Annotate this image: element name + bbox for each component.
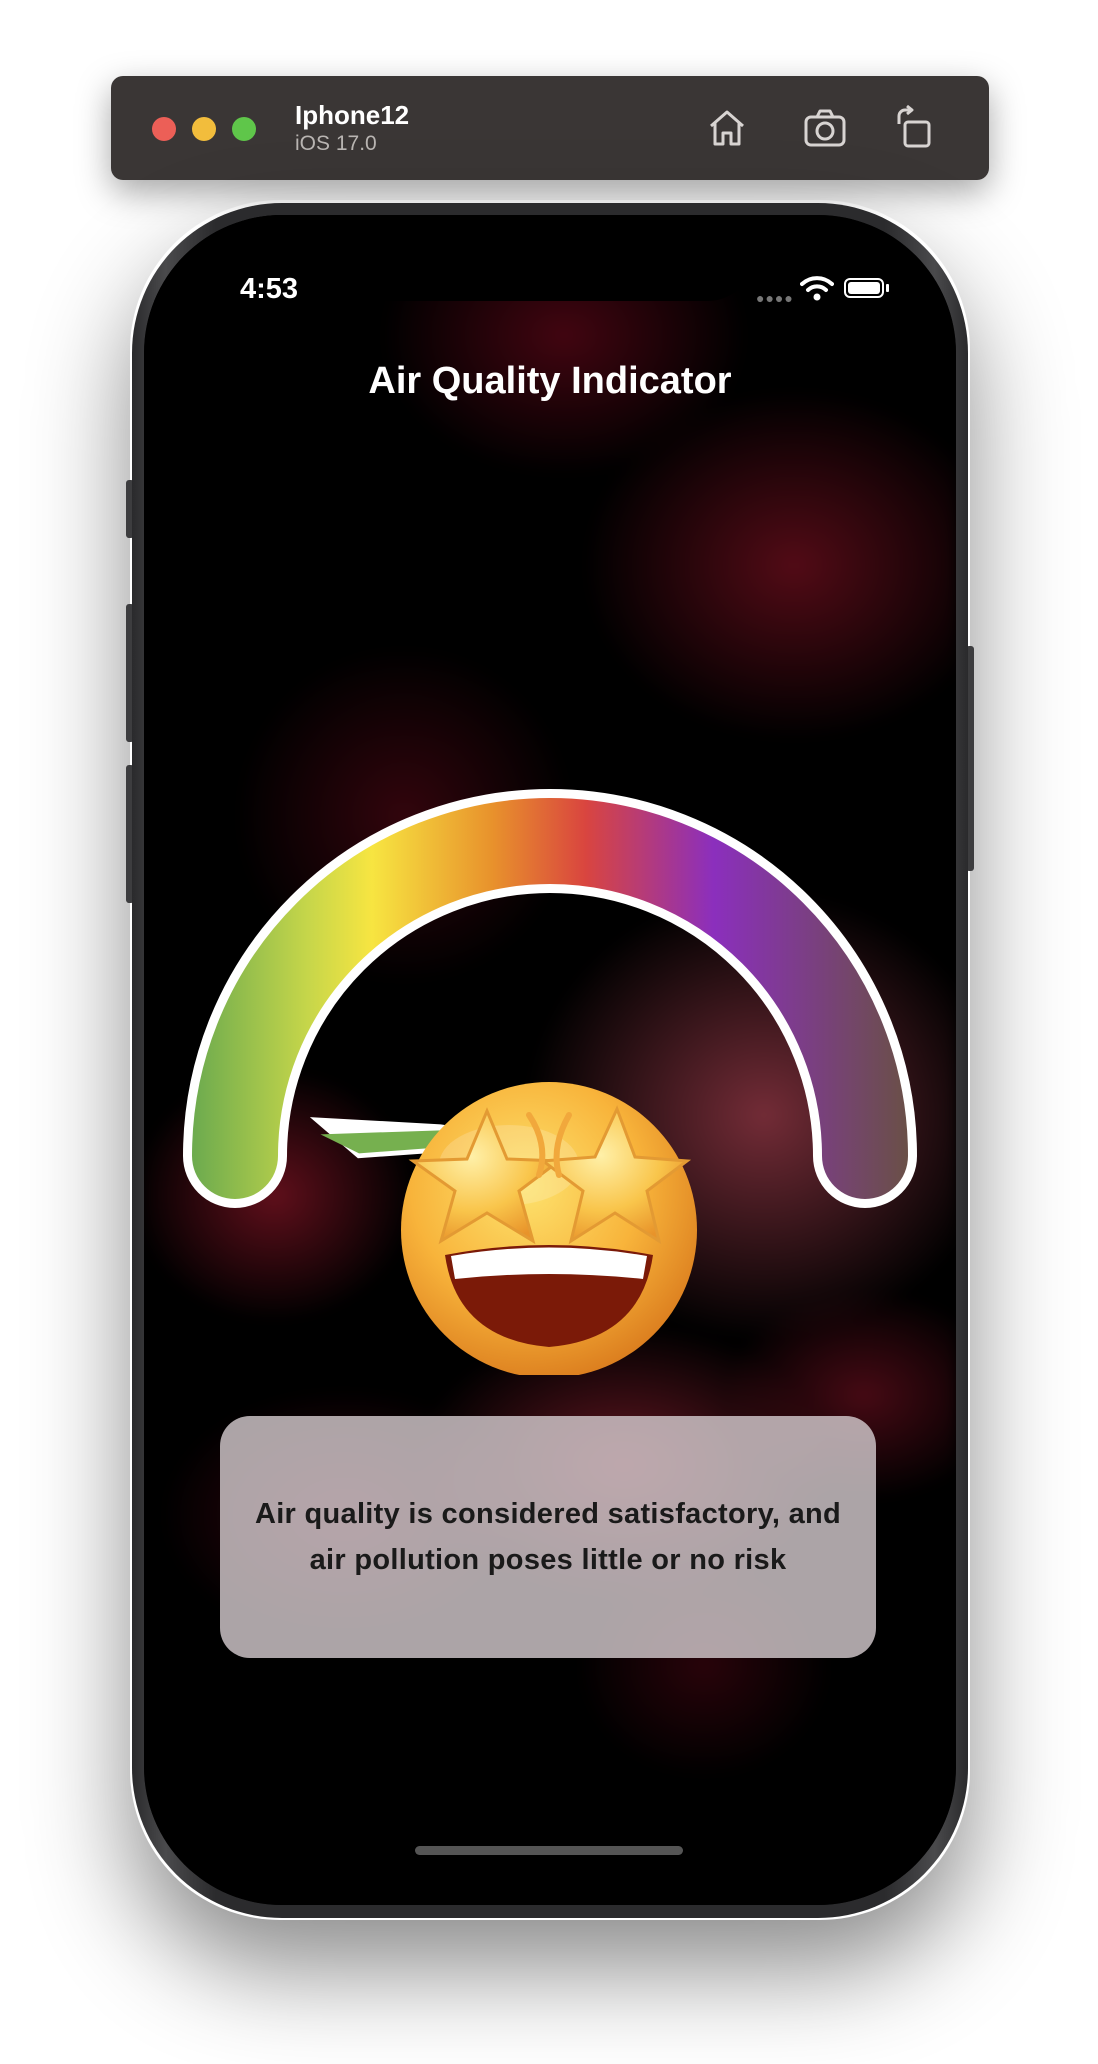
home-indicator[interactable] [415, 1846, 683, 1855]
close-window-button[interactable] [152, 117, 176, 141]
home-icon[interactable] [703, 104, 751, 152]
minimize-window-button[interactable] [192, 117, 216, 141]
battery-cap [886, 284, 889, 292]
notch [144, 215, 752, 301]
star-struck-emoji [401, 1082, 697, 1375]
screenshot-icon[interactable] [801, 104, 849, 152]
zoom-window-button[interactable] [232, 117, 256, 141]
battery-icon [844, 278, 884, 298]
status-time: 4:53 [240, 273, 299, 305]
simulator-toolbar: Iphone12 iOS 17.0 [111, 76, 989, 180]
signal-icon: ●●●● [756, 290, 794, 306]
device-name: Iphone12 [295, 100, 410, 130]
page-title: Air Quality Indicator [368, 360, 732, 402]
os-version: iOS 17.0 [295, 132, 377, 155]
air-quality-message: Air quality is considered satisfactory, … [254, 1498, 842, 1576]
rotate-icon[interactable] [891, 104, 939, 152]
device-screen: 4:53 ●●●● Air Quality Indicator Air qual… [144, 215, 956, 1905]
wifi-icon [800, 276, 834, 301]
air-quality-message-card: Air quality is considered satisfactory, … [220, 1416, 876, 1658]
